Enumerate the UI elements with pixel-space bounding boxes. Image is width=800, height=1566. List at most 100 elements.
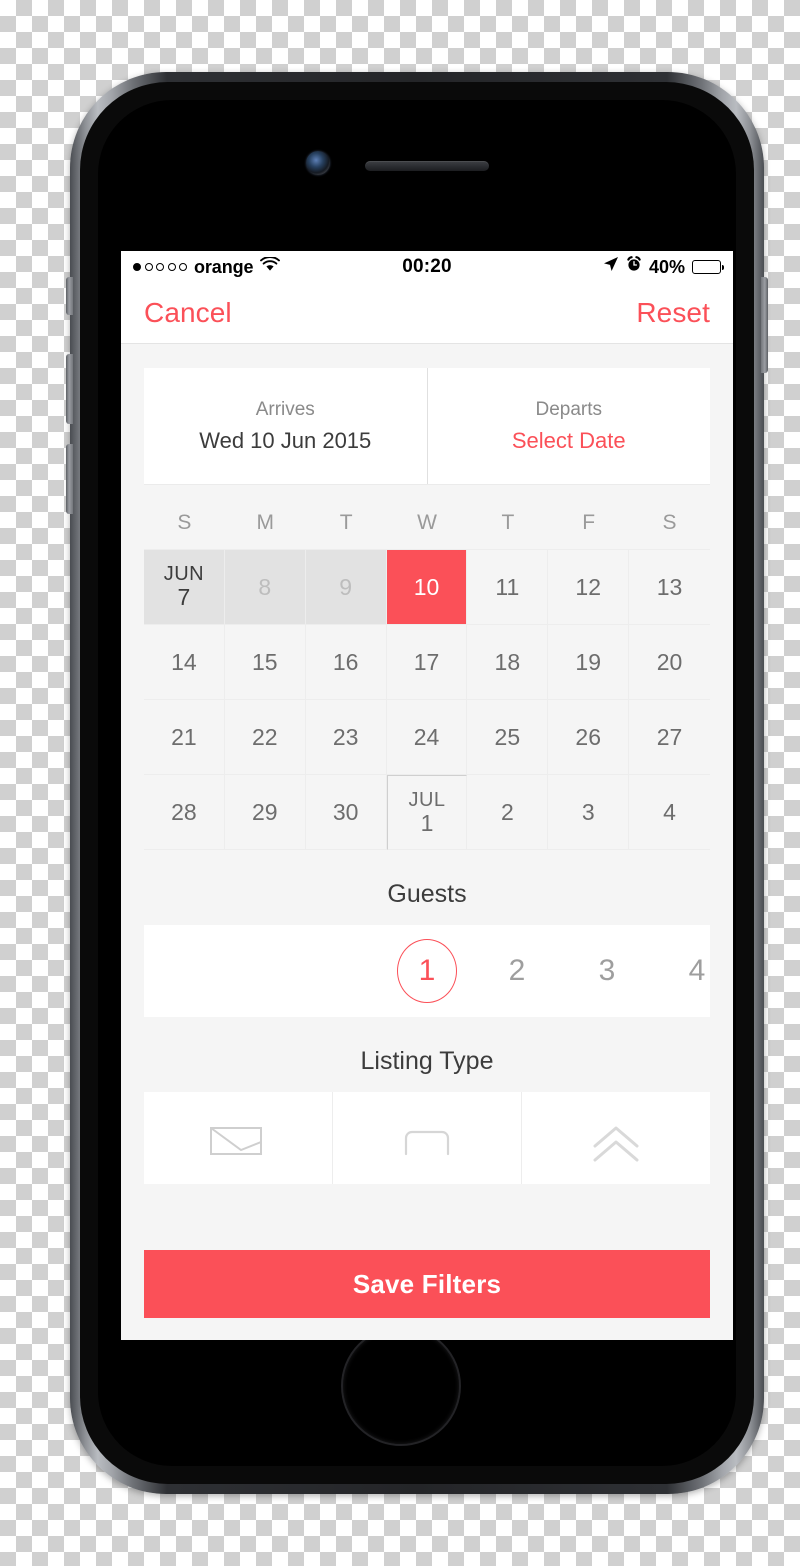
cancel-button[interactable]: Cancel xyxy=(144,297,232,329)
calendar-day-cell[interactable]: 15 xyxy=(224,625,306,700)
calendar-day-cell[interactable]: 12 xyxy=(548,550,630,625)
calendar-day-cell[interactable]: 3 xyxy=(548,775,630,850)
location-arrow-icon xyxy=(603,256,619,278)
calendar-day-cell[interactable]: 20 xyxy=(629,625,710,700)
listing-type-entire-home[interactable] xyxy=(144,1092,332,1184)
calendar-day-cell[interactable]: 29 xyxy=(224,775,306,850)
guest-option[interactable]: 4 xyxy=(652,954,710,988)
battery-icon xyxy=(692,260,725,274)
calendar-day-number: 17 xyxy=(413,648,440,675)
calendar-day-number: 8 xyxy=(258,573,272,600)
guest-option[interactable]: 1 xyxy=(382,939,472,1003)
calendar-day-cell[interactable]: 19 xyxy=(548,625,630,700)
reset-button[interactable]: Reset xyxy=(636,297,710,329)
calendar-day-cell[interactable]: 23 xyxy=(305,700,387,775)
calendar-day-cell[interactable]: 27 xyxy=(629,700,710,775)
mute-switch-button[interactable] xyxy=(66,277,73,315)
calendar-day-number: 28 xyxy=(171,798,197,825)
calendar-day-cell: 9 xyxy=(305,550,387,625)
wifi-icon xyxy=(260,256,281,278)
calendar-day-number: 24 xyxy=(413,723,440,750)
departs-field[interactable]: Departs Select Date xyxy=(426,368,711,484)
calendar-day-number: 18 xyxy=(494,648,521,675)
calendar-day-number: 27 xyxy=(656,723,683,750)
save-filters-button[interactable]: Save Filters xyxy=(144,1250,710,1318)
calendar-day-cell[interactable]: 30 xyxy=(305,775,387,850)
calendar-day-number: 26 xyxy=(575,723,601,750)
calendar-weekday-5: F xyxy=(582,511,596,534)
carrier-label: orange xyxy=(194,256,254,277)
calendar-grid[interactable]: JUN 7 8 9 10 11 12 13 14 15 16 17 18 19 20 21 22 23 24 25 26… xyxy=(144,549,710,850)
calendar-day-number: 4 xyxy=(663,798,676,825)
calendar-day-cell[interactable]: 14 xyxy=(144,625,225,700)
arrives-value: Wed 10 Jun 2015 xyxy=(199,427,372,453)
calendar-day-cell[interactable]: 13 xyxy=(629,550,710,625)
volume-down-button[interactable] xyxy=(66,444,73,514)
calendar-day-number: 2 xyxy=(500,798,514,825)
calendar-day-number: 29 xyxy=(251,798,278,825)
guest-option[interactable]: 2 xyxy=(472,954,562,988)
departs-label: Departs xyxy=(535,398,603,420)
calendar-day-cell[interactable]: 22 xyxy=(224,700,306,775)
calendar-day-number: 9 xyxy=(339,573,353,600)
signal-strength-icon xyxy=(133,263,187,271)
listing-type-section-title: Listing Type xyxy=(360,1047,494,1075)
volume-up-button[interactable] xyxy=(66,354,73,424)
guests-section-title: Guests xyxy=(387,880,467,908)
calendar-day-cell[interactable]: JUN 7 xyxy=(144,550,225,625)
calendar-day-cell[interactable]: 26 xyxy=(548,700,630,775)
earpiece-speaker xyxy=(365,161,489,171)
guest-option[interactable]: 3 xyxy=(562,954,652,988)
calendar-day-cell[interactable]: 24 xyxy=(386,700,468,775)
calendar-day-number: 11 xyxy=(495,573,520,600)
calendar-weekday-1: M xyxy=(256,511,275,534)
calendar-day-cell[interactable]: 11 xyxy=(467,550,549,625)
power-button[interactable] xyxy=(761,277,768,373)
guests-picker[interactable]: 1234 xyxy=(144,925,710,1017)
calendar-day-cell[interactable]: 10 xyxy=(386,550,468,625)
calendar-weekday-2: T xyxy=(339,511,353,534)
calendar-day-cell[interactable]: 2 xyxy=(467,775,549,850)
calendar-day-number: 23 xyxy=(332,723,359,750)
calendar-day-number: 30 xyxy=(332,798,359,825)
departs-value: Select Date xyxy=(511,427,626,453)
calendar-day-number: 13 xyxy=(656,573,683,600)
calendar-day-number: 7 xyxy=(177,584,191,611)
calendar-day-number: 14 xyxy=(171,648,197,675)
calendar-weekday-6: S xyxy=(662,511,677,534)
arrives-field[interactable]: Arrives Wed 10 Jun 2015 xyxy=(144,368,427,484)
calendar-month-label: JUL xyxy=(408,788,446,811)
calendar-month-label: JUN xyxy=(163,563,205,586)
calendar-day-number: 16 xyxy=(332,648,359,675)
calendar-weekday-4: T xyxy=(501,511,515,534)
listing-type-shared-room[interactable] xyxy=(521,1092,710,1184)
calendar-day-cell[interactable]: 25 xyxy=(467,700,549,775)
date-summary-card: Arrives Wed 10 Jun 2015 Departs Select D… xyxy=(144,368,710,484)
calendar-day-cell[interactable]: 28 xyxy=(144,775,225,850)
calendar-day-number: 12 xyxy=(575,573,601,600)
arrives-label: Arrives xyxy=(255,398,315,420)
calendar-day-number: 21 xyxy=(171,723,197,750)
calendar-day-number: 10 xyxy=(413,573,440,600)
filters-scroll-area[interactable]: Arrives Wed 10 Jun 2015 Departs Select D… xyxy=(121,344,733,1340)
phone-device-frame: orange 00:20 40% Cancel Reset Arrives We… xyxy=(66,72,768,1494)
calendar-day-number: 25 xyxy=(494,723,521,750)
save-filters-bar: Save Filters xyxy=(121,1236,733,1340)
listing-type-private-room[interactable] xyxy=(332,1092,521,1184)
calendar-day-cell[interactable]: 16 xyxy=(305,625,387,700)
guest-selected-ring: 1 xyxy=(397,939,457,1003)
phone-bezel: orange 00:20 40% Cancel Reset Arrives We… xyxy=(80,82,754,1484)
calendar-day-cell[interactable]: 4 xyxy=(629,775,710,850)
listing-type-picker[interactable] xyxy=(144,1092,710,1184)
entire-home-icon xyxy=(207,1120,269,1173)
calendar-day-number: 20 xyxy=(656,648,683,675)
calendar-day-cell[interactable]: 21 xyxy=(144,700,225,775)
alarm-clock-icon xyxy=(626,256,642,278)
calendar-day-number: 19 xyxy=(575,648,601,675)
front-camera-icon xyxy=(306,151,330,175)
home-button[interactable] xyxy=(341,1326,461,1446)
calendar-day-number: 15 xyxy=(251,648,278,675)
calendar-day-cell[interactable]: 17 xyxy=(386,625,468,700)
calendar-day-cell[interactable]: 18 xyxy=(467,625,549,700)
calendar-day-cell[interactable]: JUL 1 xyxy=(386,775,468,850)
